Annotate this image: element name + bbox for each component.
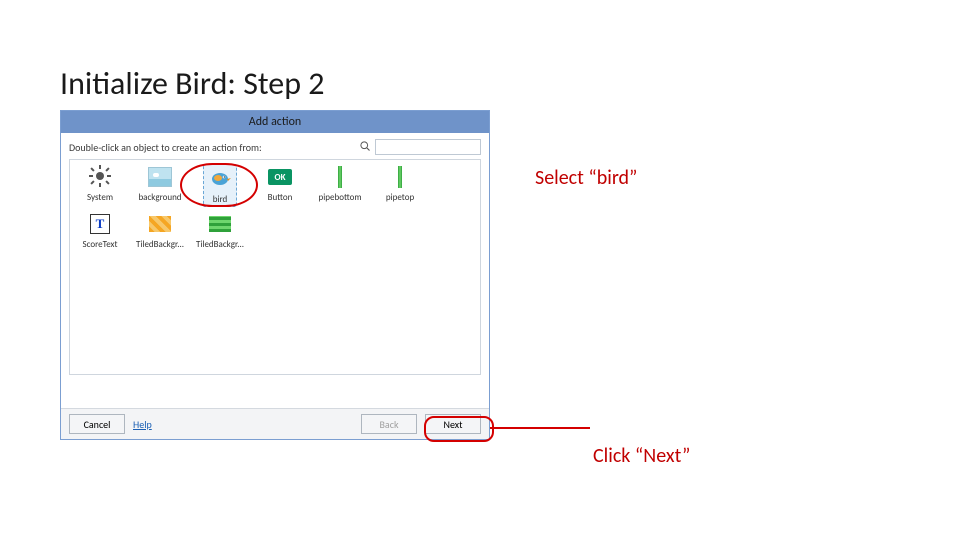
slide-title: Initialize Bird: Step 2 xyxy=(60,64,324,103)
object-label: Button xyxy=(268,192,293,203)
object-system[interactable]: System xyxy=(70,164,130,207)
pipe-icon xyxy=(338,166,342,188)
object-label: System xyxy=(87,192,113,203)
object-picker: System background bird OK B xyxy=(69,159,481,375)
object-pipebottom[interactable]: pipebottom xyxy=(310,164,370,207)
object-button[interactable]: OK Button xyxy=(250,164,310,207)
dialog-titlebar: Add action xyxy=(61,111,489,133)
object-tiledbg-2[interactable]: TiledBackgr... xyxy=(190,211,250,250)
object-label: pipebottom xyxy=(318,192,361,203)
text-icon: T xyxy=(90,214,110,234)
object-scoretext[interactable]: T ScoreText xyxy=(70,211,130,250)
add-action-dialog: Add action Double-click an object to cre… xyxy=(60,110,490,440)
instruction-row: Double-click an object to create an acti… xyxy=(61,133,489,157)
object-label: bird xyxy=(213,194,228,205)
connector-line xyxy=(490,427,590,429)
search-input[interactable] xyxy=(375,139,481,155)
pipe-icon xyxy=(398,166,402,188)
sky-icon xyxy=(148,167,172,187)
search-wrap xyxy=(359,139,481,155)
search-icon xyxy=(359,140,371,155)
tile-icon xyxy=(149,216,171,232)
back-button[interactable]: Back xyxy=(361,414,417,434)
tile-icon xyxy=(209,216,231,232)
bird-icon xyxy=(208,169,232,190)
object-background[interactable]: background xyxy=(130,164,190,207)
cancel-button[interactable]: Cancel xyxy=(69,414,125,434)
annotation-click-next: Click “Next” xyxy=(593,444,690,468)
object-bird[interactable]: bird xyxy=(190,164,250,207)
instruction-text: Double-click an object to create an acti… xyxy=(69,141,359,154)
object-label: TiledBackgr... xyxy=(136,239,184,250)
object-label: pipetop xyxy=(386,192,414,203)
dialog-title: Add action xyxy=(249,115,301,129)
dialog-body: Double-click an object to create an acti… xyxy=(61,133,489,409)
object-pipetop[interactable]: pipetop xyxy=(370,164,430,207)
help-link[interactable]: Help xyxy=(133,418,152,431)
object-grid: System background bird OK B xyxy=(70,164,480,250)
object-label: ScoreText xyxy=(83,239,118,250)
next-button[interactable]: Next xyxy=(425,414,481,434)
annotation-select-bird: Select “bird” xyxy=(535,166,637,190)
object-label: background xyxy=(138,192,181,203)
dialog-footer: Cancel Help Back Next xyxy=(61,408,489,439)
object-tiledbg-1[interactable]: TiledBackgr... xyxy=(130,211,190,250)
object-label: TiledBackgr... xyxy=(196,239,244,250)
gear-icon xyxy=(88,164,112,191)
ok-button-icon: OK xyxy=(268,169,292,185)
